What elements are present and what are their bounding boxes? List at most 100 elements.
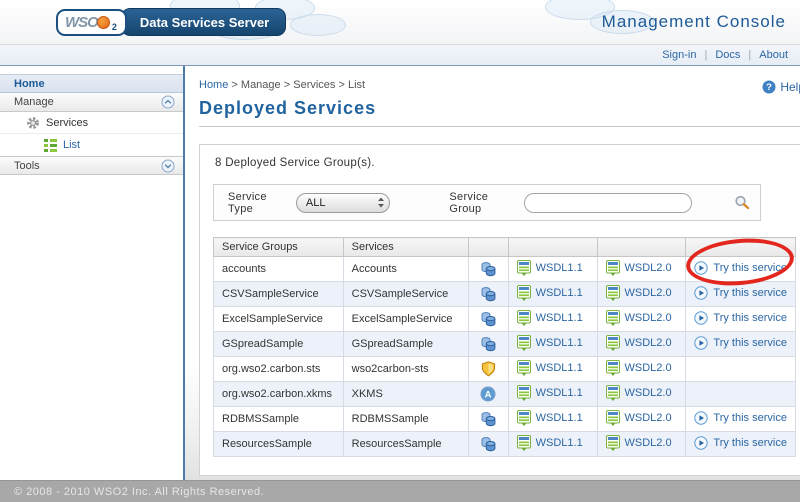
table-row: GSpreadSample GSpreadSample bbox=[214, 332, 796, 357]
table-row: ExcelSampleService ExcelSampleService bbox=[214, 307, 796, 332]
try-service-label: Try this service bbox=[713, 337, 787, 349]
wsdl11-link[interactable]: WSDL1.1 bbox=[517, 310, 583, 326]
wsdl-document-icon bbox=[606, 435, 620, 451]
breadcrumb-home-link[interactable]: Home bbox=[199, 79, 228, 91]
col-wsdl11 bbox=[508, 238, 597, 257]
table-row: CSVSampleService CSVSampleService bbox=[214, 282, 796, 307]
wsdl20-link[interactable]: WSDL2.0 bbox=[606, 385, 672, 401]
logo-text: WSO bbox=[65, 14, 98, 31]
service-type-select[interactable]: ALL bbox=[296, 193, 391, 213]
data-service-icon bbox=[480, 311, 497, 327]
wsdl20-link[interactable]: WSDL2.0 bbox=[606, 260, 672, 276]
try-service-link[interactable]: Try this service bbox=[694, 261, 787, 275]
wsdl20-link[interactable]: WSDL2.0 bbox=[606, 410, 672, 426]
wsdl-document-icon bbox=[517, 410, 531, 426]
svg-text:?: ? bbox=[766, 82, 772, 93]
wsdl-document-icon bbox=[517, 335, 531, 351]
service-group-input[interactable] bbox=[524, 193, 692, 213]
wsdl11-label: WSDL1.1 bbox=[536, 412, 583, 424]
service-name-cell: GSpreadSample bbox=[343, 332, 468, 357]
search-button[interactable] bbox=[734, 195, 750, 210]
logo-subscript: 2 bbox=[112, 22, 117, 32]
wso2-logo-mark: WSO 2 bbox=[56, 9, 127, 36]
services-table-body: accounts Accounts bbox=[214, 257, 796, 457]
sidebar: Home Manage Services List bbox=[0, 66, 185, 480]
play-circle-icon bbox=[694, 411, 708, 425]
sidebar-item-services[interactable]: Services bbox=[0, 112, 183, 134]
svg-text:A: A bbox=[485, 389, 492, 400]
try-service-label: Try this service bbox=[713, 312, 787, 324]
service-type-value: ALL bbox=[306, 197, 326, 209]
try-service-label: Try this service bbox=[713, 412, 787, 424]
logo-orange-dot-icon bbox=[97, 16, 110, 29]
service-group-cell: ExcelSampleService bbox=[214, 307, 344, 332]
wsdl11-label: WSDL1.1 bbox=[536, 312, 583, 324]
docs-link[interactable]: Docs bbox=[715, 49, 740, 61]
wsdl20-label: WSDL2.0 bbox=[625, 262, 672, 274]
table-header-row: Service Groups Services bbox=[214, 238, 796, 257]
service-type-label: Service Type bbox=[228, 191, 288, 215]
wsdl11-link[interactable]: WSDL1.1 bbox=[517, 285, 583, 301]
search-icon bbox=[734, 195, 750, 210]
wsdl-document-icon bbox=[606, 260, 620, 276]
wsdl11-label: WSDL1.1 bbox=[536, 362, 583, 374]
chevron-up-circle-icon[interactable] bbox=[161, 95, 175, 109]
sidebar-section-manage[interactable]: Manage bbox=[0, 93, 183, 112]
help-link[interactable]: ? Help bbox=[762, 80, 800, 94]
page-title: Deployed Services bbox=[199, 98, 800, 127]
data-service-icon bbox=[480, 261, 497, 277]
wsdl20-label: WSDL2.0 bbox=[625, 412, 672, 424]
play-circle-icon bbox=[694, 261, 708, 275]
wsdl-document-icon bbox=[606, 285, 620, 301]
wsdl-document-icon bbox=[606, 360, 620, 376]
sidebar-section-tools[interactable]: Tools bbox=[0, 156, 183, 175]
link-separator: | bbox=[748, 49, 751, 61]
data-service-icon bbox=[480, 336, 497, 352]
wsdl11-link[interactable]: WSDL1.1 bbox=[517, 410, 583, 426]
sidebar-item-home[interactable]: Home bbox=[0, 74, 183, 93]
wsdl20-link[interactable]: WSDL2.0 bbox=[606, 360, 672, 376]
breadcrumb-list: List bbox=[348, 79, 365, 91]
wsdl11-link[interactable]: WSDL1.1 bbox=[517, 360, 583, 376]
wsdl20-link[interactable]: WSDL2.0 bbox=[606, 435, 672, 451]
try-service-link[interactable]: Try this service bbox=[694, 336, 787, 350]
wsdl11-label: WSDL1.1 bbox=[536, 337, 583, 349]
try-service-link[interactable]: Try this service bbox=[694, 411, 787, 425]
wsdl20-link[interactable]: WSDL2.0 bbox=[606, 310, 672, 326]
product-name: Data Services Server bbox=[121, 8, 286, 36]
wsdl20-label: WSDL2.0 bbox=[625, 287, 672, 299]
chevron-down-circle-icon[interactable] bbox=[161, 159, 175, 173]
wsdl11-link[interactable]: WSDL1.1 bbox=[517, 260, 583, 276]
try-service-link[interactable]: Try this service bbox=[694, 286, 787, 300]
wsdl11-link[interactable]: WSDL1.1 bbox=[517, 435, 583, 451]
wso2-logo: WSO 2 Data Services Server bbox=[56, 8, 286, 36]
wsdl11-link[interactable]: WSDL1.1 bbox=[517, 385, 583, 401]
wsdl-document-icon bbox=[606, 310, 620, 326]
sidebar-tools-label: Tools bbox=[14, 160, 40, 172]
service-group-count: 8 Deployed Service Group(s). bbox=[213, 157, 796, 169]
signin-link[interactable]: Sign-in bbox=[662, 49, 696, 61]
service-name-cell: Accounts bbox=[343, 257, 468, 282]
play-circle-icon bbox=[694, 336, 708, 350]
try-service-link[interactable]: Try this service bbox=[694, 436, 787, 450]
service-group-cell: ResourcesSample bbox=[214, 432, 344, 457]
content-pane: Home > Manage > Services > List ? Help D… bbox=[185, 66, 800, 480]
copyright-text: © 2008 - 2010 WSO2 Inc. All Rights Reser… bbox=[14, 486, 264, 498]
table-row: accounts Accounts bbox=[214, 257, 796, 282]
data-service-icon bbox=[480, 411, 497, 427]
help-icon: ? bbox=[762, 80, 776, 94]
play-circle-icon bbox=[694, 436, 708, 450]
wsdl20-label: WSDL2.0 bbox=[625, 437, 672, 449]
try-service-link[interactable]: Try this service bbox=[694, 311, 787, 325]
xkms-icon: A bbox=[480, 386, 496, 402]
wsdl20-link[interactable]: WSDL2.0 bbox=[606, 335, 672, 351]
table-row: org.wso2.carbon.xkms XKMS A bbox=[214, 382, 796, 407]
wsdl11-label: WSDL1.1 bbox=[536, 287, 583, 299]
wsdl11-label: WSDL1.1 bbox=[536, 387, 583, 399]
service-group-cell: CSVSampleService bbox=[214, 282, 344, 307]
wsdl20-link[interactable]: WSDL2.0 bbox=[606, 285, 672, 301]
play-circle-icon bbox=[694, 286, 708, 300]
sidebar-item-list[interactable]: List bbox=[0, 134, 183, 156]
about-link[interactable]: About bbox=[759, 49, 788, 61]
wsdl11-link[interactable]: WSDL1.1 bbox=[517, 335, 583, 351]
